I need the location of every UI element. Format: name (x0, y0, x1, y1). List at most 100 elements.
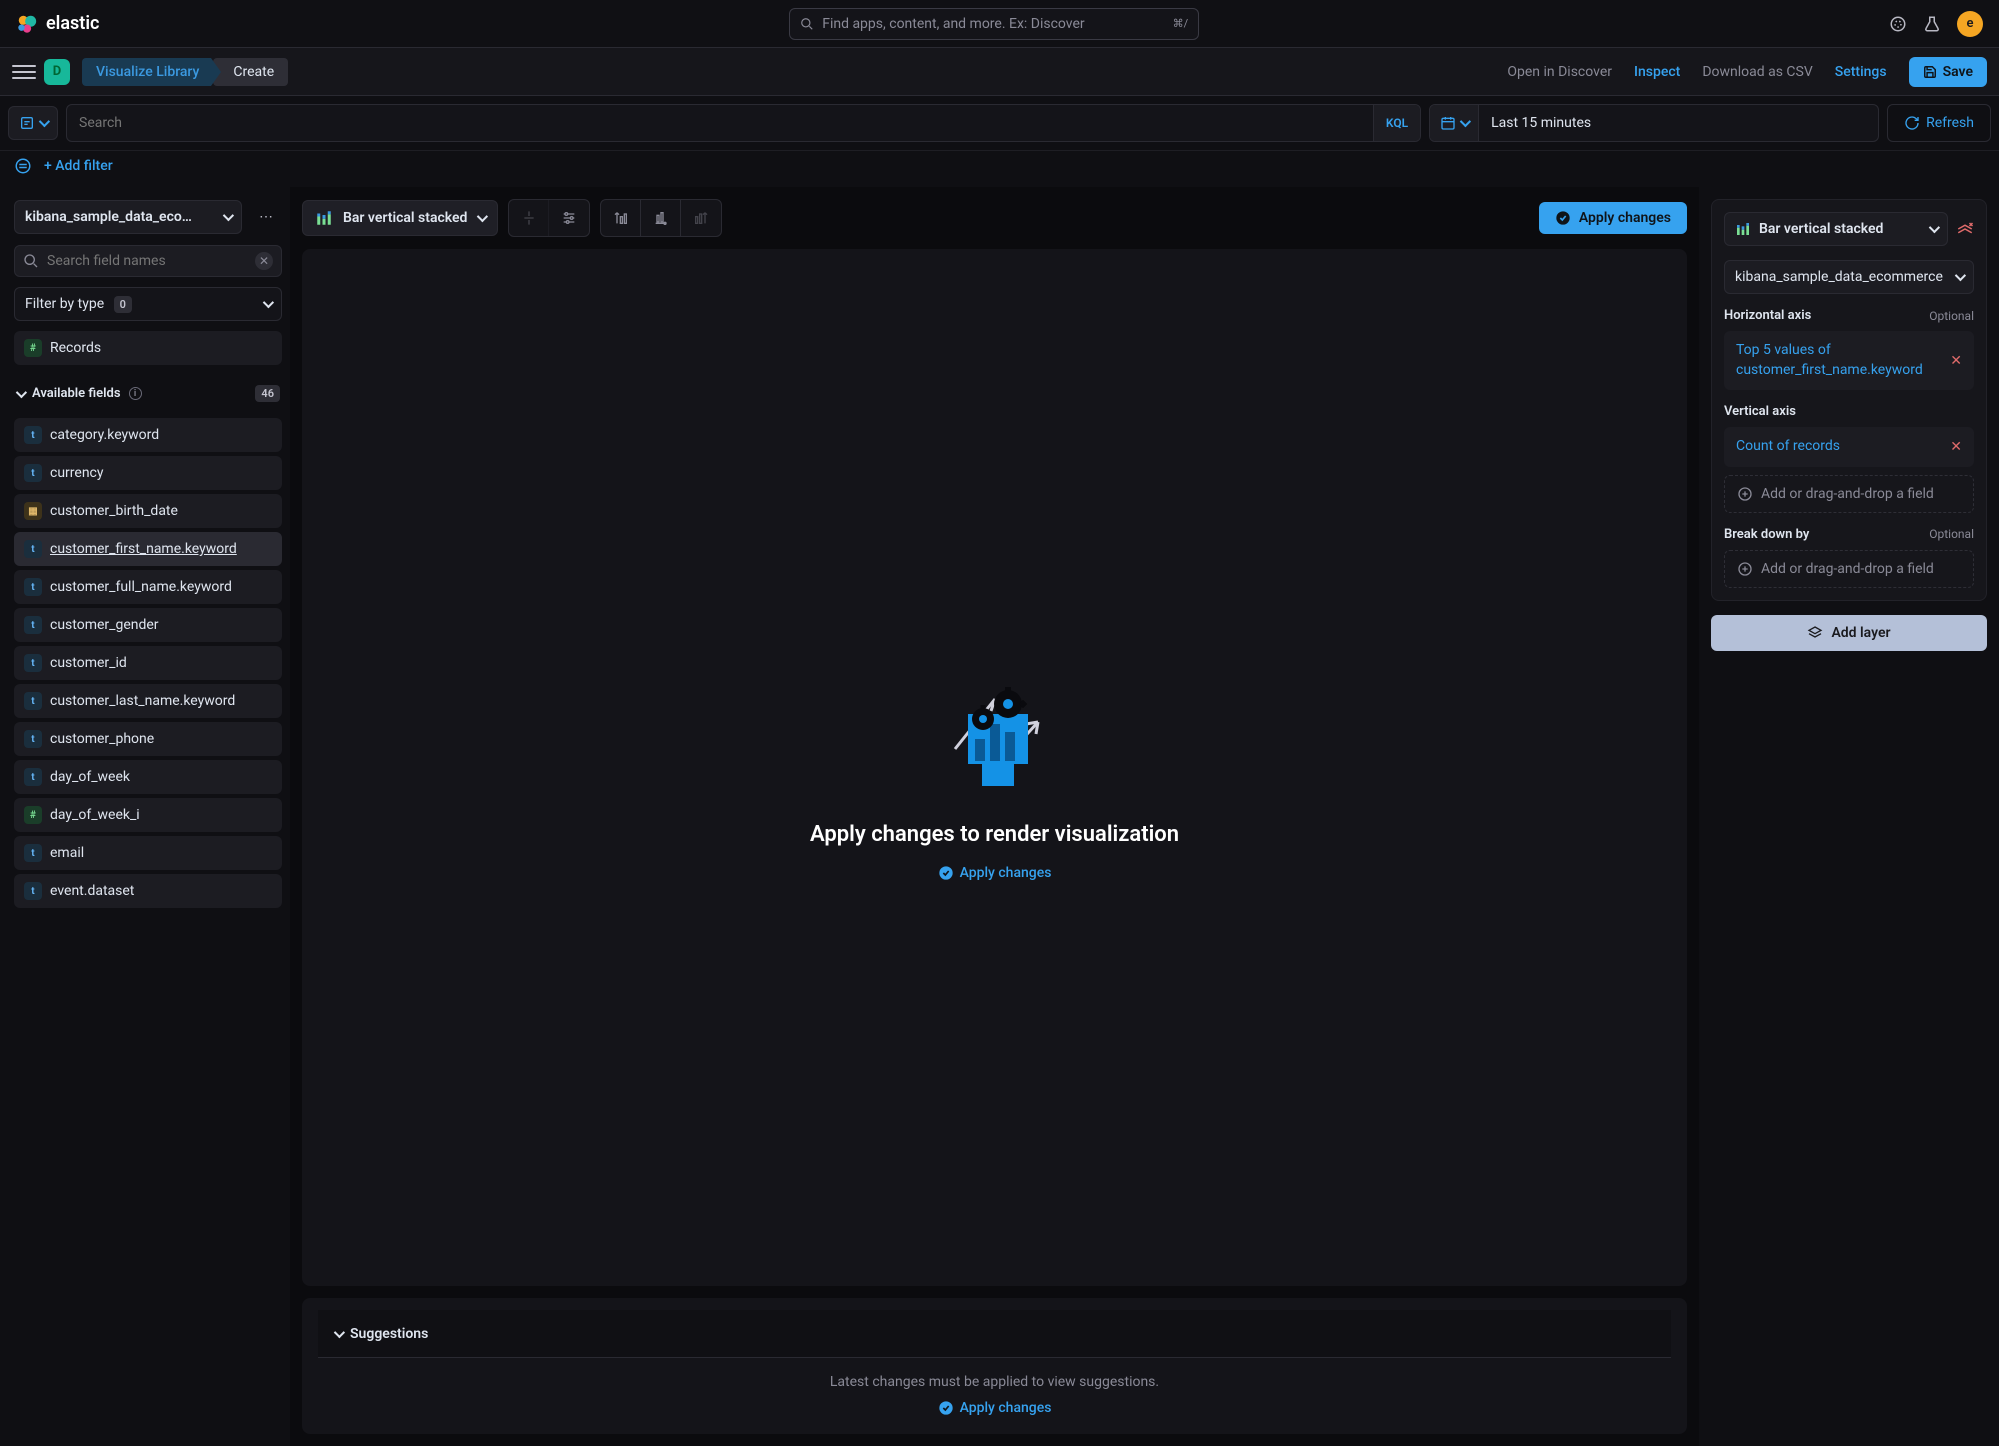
bottom-axis-button[interactable] (641, 200, 681, 236)
field-type-icon: # (24, 806, 42, 824)
filter-icon (19, 115, 35, 131)
remove-dimension-icon[interactable]: ✕ (1950, 353, 1962, 369)
field-item[interactable]: #day_of_week_i (14, 798, 282, 832)
field-item[interactable]: tcategory.​keyword (14, 418, 282, 452)
field-item[interactable]: ▦customer_birth_date (14, 494, 282, 528)
left-axis-button[interactable] (601, 200, 641, 236)
space-letter: D (53, 64, 61, 79)
right-axis-button (681, 200, 721, 236)
field-item[interactable]: tcustomer_full_name.​keyword (14, 570, 282, 604)
data-view-name: kibana_sample_data_eco… (25, 209, 192, 225)
dataview-filter-button[interactable] (8, 106, 58, 140)
viz-placeholder-icon (920, 654, 1070, 804)
date-picker[interactable]: Last 15 minutes (1429, 104, 1879, 142)
brand-name: elastic (46, 13, 99, 34)
breadcrumb-visualize-library[interactable]: Visualize Library (82, 58, 211, 86)
field-item[interactable]: temail (14, 836, 282, 870)
date-quick-button[interactable] (1430, 105, 1479, 141)
layer-data-view-label: kibana_sample_data_ecommerce (1735, 269, 1943, 285)
field-type-icon: t (24, 730, 42, 748)
layer-chart-type-selector[interactable]: Bar vertical stacked (1724, 212, 1948, 246)
field-search[interactable]: ✕ (14, 245, 282, 277)
filter-by-type-count: 0 (114, 296, 132, 313)
field-type-icon: t (24, 464, 42, 482)
download-csv-link[interactable]: Download as CSV (1702, 64, 1812, 80)
chart-type-selector[interactable]: Bar vertical stacked (302, 200, 498, 236)
suggestions-panel: Suggestions Latest changes must be appli… (302, 1298, 1687, 1434)
global-search-shortcut: ⌘/ (1173, 17, 1189, 30)
check-circle-icon (1555, 210, 1571, 226)
available-fields-count: 46 (255, 385, 280, 402)
toolbar-group-1 (508, 199, 590, 237)
remove-dimension-icon[interactable]: ✕ (1950, 439, 1962, 455)
chevron-down-icon (1460, 116, 1471, 127)
field-type-icon: t (24, 768, 42, 786)
add-layer-button[interactable]: Add layer (1711, 615, 1987, 651)
available-fields-header[interactable]: Available fields i 46 (14, 379, 282, 408)
user-avatar[interactable]: e (1957, 11, 1983, 37)
open-in-discover-link[interactable]: Open in Discover (1507, 64, 1612, 80)
search-icon (800, 17, 814, 31)
help-icon[interactable] (1889, 15, 1907, 33)
search-icon (23, 253, 39, 269)
field-name: customer_first_name.​keyword (50, 541, 237, 557)
save-icon (1923, 65, 1937, 79)
field-item[interactable]: tcustomer_id (14, 646, 282, 680)
breakdown-drop[interactable]: Add or drag-and-drop a field (1724, 550, 1974, 588)
bar-stacked-icon (315, 209, 333, 227)
delete-layer-icon[interactable] (1956, 220, 1974, 238)
field-search-input[interactable] (47, 253, 247, 269)
add-filter-button[interactable]: + Add filter (44, 158, 113, 174)
vertical-axis-dimension[interactable]: Count of records ✕ (1724, 427, 1974, 467)
inspect-link[interactable]: Inspect (1634, 64, 1680, 80)
field-item[interactable]: tcustomer_first_name.​keyword (14, 532, 282, 566)
kql-toggle[interactable]: KQL (1373, 105, 1420, 141)
settings-link[interactable]: Settings (1835, 64, 1887, 80)
drop-label: Add or drag-and-drop a field (1761, 486, 1934, 502)
field-item[interactable]: tcurrency (14, 456, 282, 490)
layer-data-view-selector[interactable]: kibana_sample_data_ecommerce (1724, 260, 1974, 294)
field-item[interactable]: tcustomer_gender (14, 608, 282, 642)
horizontal-axis-dimension[interactable]: Top 5 values of customer_first_name.keyw… (1724, 331, 1974, 390)
vertical-axis-drop[interactable]: Add or drag-and-drop a field (1724, 475, 1974, 513)
optional-label: Optional (1929, 309, 1974, 323)
apply-changes-button[interactable]: Apply changes (1539, 202, 1687, 234)
query-input[interactable] (67, 105, 1373, 141)
drop-label: Add or drag-and-drop a field (1761, 561, 1934, 577)
elastic-logo[interactable]: elastic (16, 13, 99, 35)
saved-query-icon[interactable] (14, 157, 32, 175)
clear-search-icon[interactable]: ✕ (255, 252, 273, 270)
filter-by-type[interactable]: Filter by type 0 (14, 287, 282, 321)
chevron-down-icon (223, 210, 234, 221)
settings-sliders-button[interactable] (549, 200, 589, 236)
data-view-actions[interactable]: ⋯ (250, 199, 282, 235)
calendar-icon (1440, 115, 1456, 131)
info-icon[interactable]: i (129, 387, 142, 400)
apply-changes-link[interactable]: Apply changes (938, 865, 1052, 881)
field-item[interactable]: t customer_phone (14, 722, 282, 756)
space-selector[interactable]: D (44, 59, 70, 85)
suggestions-toggle[interactable]: Suggestions (318, 1310, 1671, 1358)
apply-changes-label: Apply changes (1579, 210, 1671, 226)
beaker-icon[interactable] (1923, 15, 1941, 33)
filter-row: + Add filter (0, 151, 1999, 187)
suggestions-apply-link[interactable]: Apply changes (318, 1400, 1671, 1416)
layers-icon (1807, 625, 1823, 641)
field-name: day_of_week (50, 769, 130, 785)
refresh-label: Refresh (1926, 115, 1974, 131)
breakdown-title: Break down by (1724, 527, 1809, 542)
field-item[interactable]: tevent.​dataset (14, 874, 282, 908)
chevron-down-icon (263, 297, 274, 308)
field-item[interactable]: t day_of_week (14, 760, 282, 794)
layer-chart-type-label: Bar vertical stacked (1759, 221, 1883, 237)
breadcrumb-create: Create (213, 58, 288, 86)
nav-toggle-icon[interactable] (12, 60, 36, 84)
refresh-button[interactable]: Refresh (1887, 104, 1991, 142)
global-search[interactable]: Find apps, content, and more. Ex: Discov… (789, 8, 1199, 40)
records-field[interactable]: # Records (14, 331, 282, 365)
field-name: customer_phone (50, 731, 154, 747)
data-view-selector[interactable]: kibana_sample_data_eco… (14, 200, 242, 234)
save-button[interactable]: Save (1909, 57, 1987, 87)
field-item[interactable]: tcustomer_last_name.​keyword (14, 684, 282, 718)
color-picker-button (509, 200, 549, 236)
